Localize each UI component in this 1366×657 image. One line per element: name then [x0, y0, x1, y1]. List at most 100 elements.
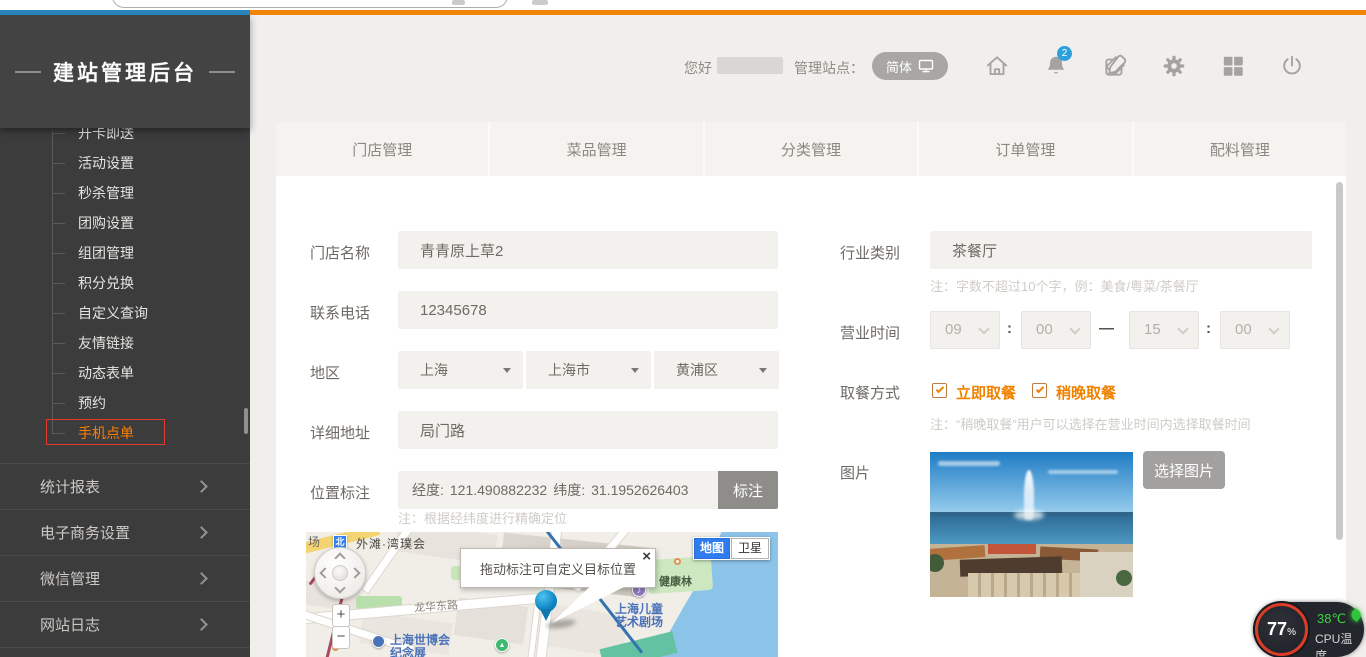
- cpu-temp-value: 38℃: [1317, 611, 1346, 627]
- sidebar-item-friend-links[interactable]: 友情链接: [0, 328, 250, 358]
- browser-icon-fragment: [532, 0, 548, 5]
- sidebar-item-group-buy[interactable]: 团购设置: [0, 208, 250, 238]
- loading-bar-blue: [0, 10, 250, 15]
- province-select[interactable]: 上海: [398, 351, 523, 389]
- tab-category-management[interactable]: 分类管理: [705, 122, 919, 176]
- pan-left-icon[interactable]: [319, 567, 330, 578]
- pan-center-knob[interactable]: [332, 565, 348, 581]
- chevron-right-icon: [195, 572, 208, 585]
- chevron-right-icon: [195, 480, 208, 493]
- leaf-icon: [1349, 608, 1363, 622]
- edit-icon[interactable]: [1102, 53, 1128, 79]
- power-icon[interactable]: [1279, 53, 1305, 79]
- dropdown-arrow-icon: [631, 368, 639, 373]
- sidebar-item-activity-settings[interactable]: 活动设置: [0, 148, 250, 178]
- latitude-value: 31.1952626403: [591, 482, 688, 498]
- tree-tick: [52, 193, 65, 194]
- map-zoom-control: + −: [332, 604, 350, 649]
- industry-note: 注：字数不超过10个字，例：美食/粤菜/茶餐厅: [930, 276, 1199, 295]
- tooltip-close-icon[interactable]: ×: [642, 549, 651, 564]
- sidebar-section-wechat[interactable]: 微信管理: [0, 555, 250, 601]
- notification-badge: 2: [1057, 46, 1072, 61]
- district-select[interactable]: 黄浦区: [654, 351, 779, 389]
- sidebar-item-dynamic-forms[interactable]: 动态表单: [0, 358, 250, 388]
- dropdown-arrow-icon: [503, 368, 511, 373]
- choose-image-button[interactable]: 选择图片: [1143, 451, 1225, 489]
- chevron-right-icon: [195, 618, 208, 631]
- sidebar-item-points-exchange[interactable]: 积分兑换: [0, 268, 250, 298]
- tab-dish-management[interactable]: 菜品管理: [490, 122, 704, 176]
- cpu-percent-value: 77: [1267, 619, 1287, 639]
- zoom-out-button[interactable]: −: [332, 626, 350, 649]
- content-scrollbar-thumb[interactable]: [1336, 182, 1343, 540]
- sidebar-title-block: 建站管理后台: [0, 15, 250, 128]
- city-select[interactable]: 上海市: [526, 351, 651, 389]
- address-bar-fragment[interactable]: [112, 0, 508, 8]
- sidebar: 建站管理后台 开卡即送 活动设置 秒杀管理 团购设置 组团管理 积分兑换 自定义…: [0, 15, 250, 657]
- sidebar-item-custom-query[interactable]: 自定义查询: [0, 298, 250, 328]
- region-label: 地区: [310, 362, 340, 383]
- title-dash-left: [15, 71, 41, 73]
- store-name-input[interactable]: [398, 231, 778, 269]
- location-note: 注：根据经纬度进行精确定位: [398, 508, 567, 527]
- sidebar-item-reservation[interactable]: 预约: [0, 388, 250, 418]
- close-hour-select[interactable]: 15: [1129, 311, 1199, 349]
- tab-ingredient-management[interactable]: 配料管理: [1134, 122, 1346, 176]
- pickup-note: 注：“稍晚取餐”用户可以选择在营业时间内选择取餐时间: [930, 414, 1251, 433]
- chevron-down-icon: [1268, 323, 1279, 334]
- sidebar-section-ecommerce[interactable]: 电子商务设置: [0, 509, 250, 555]
- zoom-in-button[interactable]: +: [332, 604, 350, 627]
- tree-tick: [52, 343, 65, 344]
- sidebar-item-flash-sale[interactable]: 秒杀管理: [0, 178, 250, 208]
- map-canvas[interactable]: 场 北 外滩·湾璞会 龙华东路 上海世博会 纪念展 健康林 上海儿童 艺术剧场 …: [306, 532, 778, 657]
- pickup-label: 取餐方式: [840, 382, 900, 403]
- phone-label: 联系电话: [310, 302, 370, 323]
- phone-input[interactable]: [398, 291, 778, 329]
- store-photo-thumbnail: [930, 452, 1133, 597]
- address-input[interactable]: [398, 411, 778, 449]
- sidebar-section-statistics[interactable]: 统计报表: [0, 463, 250, 509]
- mark-location-button[interactable]: 标注: [718, 471, 778, 509]
- pickup-later-checkbox[interactable]: [1032, 383, 1047, 398]
- home-icon[interactable]: [984, 53, 1010, 79]
- industry-label: 行业类别: [840, 242, 900, 263]
- tab-order-management[interactable]: 订单管理: [919, 122, 1133, 176]
- map-tooltip: 拖动标注可自定义目标位置 ×: [460, 548, 656, 588]
- tree-tick: [52, 373, 65, 374]
- pan-down-icon[interactable]: [334, 582, 345, 593]
- map-type-toggle: 地图 卫星: [693, 537, 770, 560]
- pan-up-icon[interactable]: [334, 552, 345, 563]
- photo-roof: [988, 544, 1036, 554]
- photo-tree: [1116, 570, 1132, 586]
- map-type-satellite-button[interactable]: 卫星: [731, 538, 769, 559]
- pan-right-icon[interactable]: [349, 567, 360, 578]
- close-minute-select[interactable]: 00: [1220, 311, 1290, 349]
- small-poi-dot: [674, 558, 681, 565]
- tree-tick: [52, 283, 65, 284]
- language-pill-button[interactable]: 简体: [872, 52, 948, 80]
- app-title: 建站管理后台: [53, 57, 197, 87]
- open-hour-select[interactable]: 09: [930, 311, 1000, 349]
- map-type-map-button[interactable]: 地图: [694, 538, 730, 559]
- tab-store-management[interactable]: 门店管理: [276, 122, 490, 176]
- pickup-later-label[interactable]: 稍晚取餐: [1056, 382, 1116, 403]
- location-coordinates-field[interactable]: 经度: 121.490882232 纬度: 31.1952626403: [398, 471, 718, 509]
- pin-tip: [540, 609, 552, 621]
- redacted-username: [717, 57, 783, 74]
- map-marker-pin[interactable]: [535, 590, 557, 622]
- map-pan-control[interactable]: [314, 547, 366, 599]
- open-minute-select[interactable]: 00: [1021, 311, 1091, 349]
- module-tabbar: 门店管理 菜品管理 分类管理 订单管理 配料管理: [276, 122, 1346, 176]
- apps-grid-icon[interactable]: [1220, 53, 1246, 79]
- pickup-now-checkbox[interactable]: [932, 383, 947, 398]
- location-label: 位置标注: [310, 482, 370, 503]
- cpu-temperature-widget[interactable]: 77% 38℃ CPU温度: [1253, 602, 1364, 657]
- sidebar-item-group-manage[interactable]: 组团管理: [0, 238, 250, 268]
- cpu-temp-label: CPU温度: [1315, 630, 1364, 657]
- checkmark-icon: [936, 385, 944, 393]
- settings-gear-icon[interactable]: [1161, 53, 1187, 79]
- sidebar-section-site-logs[interactable]: 网站日志: [0, 601, 250, 647]
- pickup-now-label[interactable]: 立即取餐: [956, 382, 1016, 403]
- sidebar-scrollbar-thumb[interactable]: [244, 408, 248, 434]
- industry-input[interactable]: [930, 231, 1312, 269]
